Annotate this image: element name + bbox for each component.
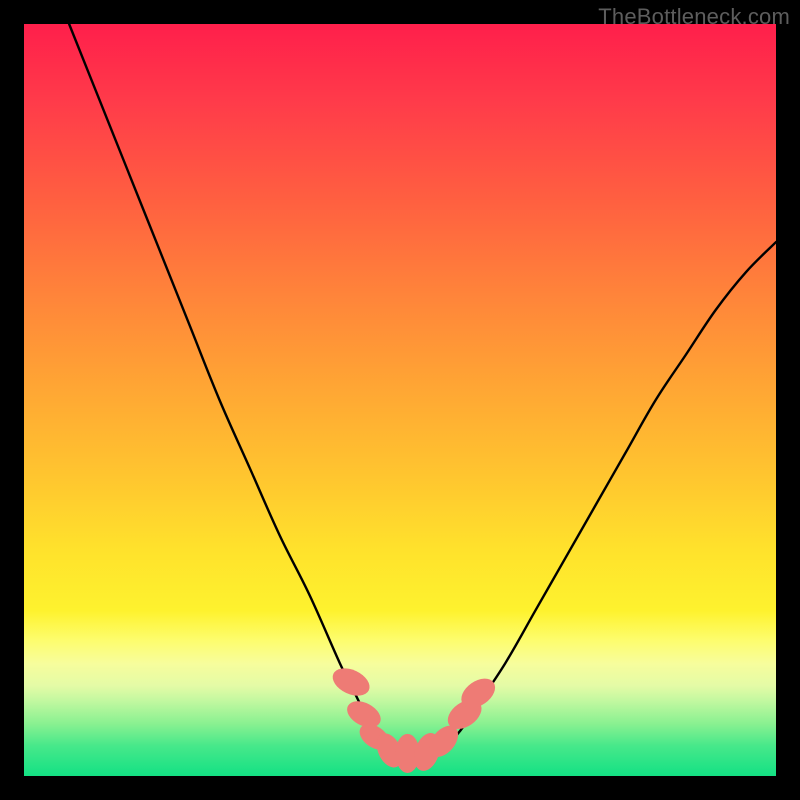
trough-beads-group [328, 663, 500, 774]
chart-svg [24, 24, 776, 776]
trough-bead [328, 663, 374, 701]
chart-plot-area [24, 24, 776, 776]
watermark-text: TheBottleneck.com [598, 4, 790, 30]
chart-frame: TheBottleneck.com [0, 0, 800, 800]
bottleneck-curve [69, 24, 776, 754]
